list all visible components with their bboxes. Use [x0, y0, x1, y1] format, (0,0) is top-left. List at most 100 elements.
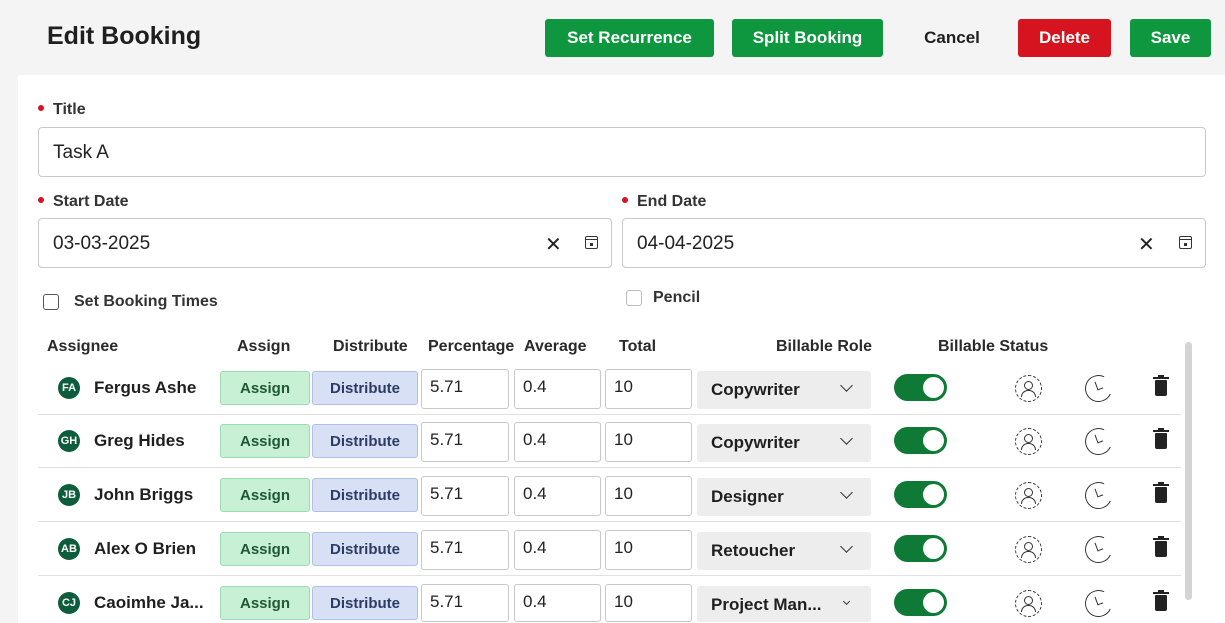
assign-button[interactable]: Assign: [220, 424, 310, 458]
percentage-input[interactable]: 5.71: [421, 369, 509, 409]
average-input[interactable]: 0.4: [514, 369, 601, 409]
assign-button[interactable]: Assign: [220, 478, 310, 512]
distribute-button[interactable]: Distribute: [312, 586, 418, 620]
end-date-value: 04-04-2025: [637, 233, 735, 254]
column-header-assignee: Assignee: [47, 338, 119, 355]
set-booking-times-checkbox[interactable]: [43, 294, 59, 310]
assignee-name: Fergus Ashe: [94, 378, 197, 397]
distribute-button[interactable]: Distribute: [312, 532, 418, 566]
assign-button[interactable]: Assign: [220, 371, 310, 405]
clock-icon[interactable]: [1081, 424, 1116, 459]
set-booking-times-label: Set Booking Times: [74, 293, 218, 310]
title-label: Title: [38, 101, 86, 119]
clear-icon[interactable]: ✕: [1138, 232, 1155, 257]
percentage-input[interactable]: 5.71: [421, 530, 509, 570]
end-date-input[interactable]: 04-04-2025 ✕: [622, 218, 1206, 268]
header-bar: Edit Booking Set Recurrence Split Bookin…: [0, 0, 1225, 75]
avatar: GH: [58, 430, 80, 452]
billable-role-value: Project Man...: [711, 595, 822, 614]
billable-role-select[interactable]: Copywriter: [697, 371, 871, 409]
delete-button[interactable]: Delete: [1018, 19, 1111, 57]
person-dashed-icon[interactable]: [1015, 482, 1042, 509]
person-dashed-icon[interactable]: [1015, 428, 1042, 455]
trash-icon[interactable]: [1153, 590, 1169, 611]
assign-button[interactable]: Assign: [220, 532, 310, 566]
table-row: CJ Caoimhe Ja... Assign Distribute 5.71 …: [38, 577, 1181, 623]
avatar: AB: [58, 538, 80, 560]
required-indicator: [38, 104, 44, 111]
set-recurrence-button[interactable]: Set Recurrence: [545, 19, 714, 57]
split-booking-button[interactable]: Split Booking: [732, 19, 883, 57]
avatar: CJ: [58, 592, 80, 614]
trash-icon[interactable]: [1153, 375, 1169, 396]
chevron-down-icon: [840, 379, 853, 392]
total-input[interactable]: 10: [605, 476, 692, 516]
average-input[interactable]: 0.4: [514, 530, 601, 570]
title-input-value: Task A: [53, 142, 109, 163]
trash-icon[interactable]: [1153, 536, 1169, 557]
pencil-checkbox[interactable]: [626, 290, 642, 306]
column-header-billable-status: Billable Status: [938, 338, 1049, 355]
avatar: JB: [58, 484, 80, 506]
billable-role-select[interactable]: Project Man...: [697, 586, 871, 622]
person-dashed-icon[interactable]: [1015, 375, 1042, 402]
column-header-average: Average: [524, 338, 587, 355]
billable-role-select[interactable]: Designer: [697, 478, 871, 516]
billable-status-toggle[interactable]: [894, 427, 947, 454]
billable-status-toggle[interactable]: [894, 589, 947, 616]
average-input[interactable]: 0.4: [514, 584, 601, 622]
person-dashed-icon[interactable]: [1015, 536, 1042, 563]
total-input[interactable]: 10: [605, 369, 692, 409]
assignee-name: Greg Hides: [94, 431, 185, 450]
clock-icon[interactable]: [1081, 478, 1116, 513]
percentage-input[interactable]: 5.71: [421, 422, 509, 462]
billable-status-toggle[interactable]: [894, 374, 947, 401]
total-input[interactable]: 10: [605, 584, 692, 622]
start-date-input[interactable]: 03-03-2025 ✕: [38, 218, 612, 268]
billable-role-select[interactable]: Copywriter: [697, 424, 871, 462]
billable-status-toggle[interactable]: [894, 535, 947, 562]
trash-icon[interactable]: [1153, 482, 1169, 503]
page-title: Edit Booking: [47, 22, 202, 50]
trash-icon[interactable]: [1153, 428, 1169, 449]
table-row: AB Alex O Brien Assign Distribute 5.71 0…: [38, 523, 1181, 576]
chevron-down-icon: [840, 540, 853, 553]
distribute-button[interactable]: Distribute: [312, 424, 418, 458]
distribute-button[interactable]: Distribute: [312, 478, 418, 512]
clock-icon[interactable]: [1081, 371, 1116, 406]
billable-role-value: Copywriter: [711, 433, 800, 452]
assign-button[interactable]: Assign: [220, 586, 310, 620]
billable-role-value: Designer: [711, 487, 784, 506]
clear-icon[interactable]: ✕: [545, 232, 562, 257]
table-row: JB John Briggs Assign Distribute 5.71 0.…: [38, 469, 1181, 522]
cancel-button[interactable]: Cancel: [910, 19, 994, 57]
table-row: FA Fergus Ashe Assign Distribute 5.71 0.…: [38, 362, 1181, 415]
avatar: FA: [58, 377, 80, 399]
table-scrollbar[interactable]: [1185, 342, 1192, 600]
calendar-icon[interactable]: [585, 236, 598, 249]
calendar-icon[interactable]: [1179, 236, 1192, 249]
start-date-label: Start Date: [38, 193, 129, 211]
column-header-percentage: Percentage: [428, 338, 515, 355]
distribute-button[interactable]: Distribute: [312, 371, 418, 405]
total-input[interactable]: 10: [605, 422, 692, 462]
percentage-input[interactable]: 5.71: [421, 476, 509, 516]
percentage-input[interactable]: 5.71: [421, 584, 509, 622]
column-header-total: Total: [619, 338, 657, 355]
title-input[interactable]: Task A: [38, 127, 1206, 177]
clock-icon[interactable]: [1081, 586, 1116, 621]
billable-status-toggle[interactable]: [894, 481, 947, 508]
average-input[interactable]: 0.4: [514, 476, 601, 516]
start-date-value: 03-03-2025: [53, 233, 151, 254]
pencil-label: Pencil: [653, 289, 701, 306]
person-dashed-icon[interactable]: [1015, 590, 1042, 617]
average-input[interactable]: 0.4: [514, 422, 601, 462]
total-input[interactable]: 10: [605, 530, 692, 570]
table-row: GH Greg Hides Assign Distribute 5.71 0.4…: [38, 415, 1181, 468]
chevron-down-icon: [842, 597, 851, 606]
required-indicator: [622, 196, 628, 203]
billable-role-select[interactable]: Retoucher: [697, 532, 871, 570]
billable-role-value: Retoucher: [711, 541, 796, 560]
save-button[interactable]: Save: [1130, 19, 1211, 57]
clock-icon[interactable]: [1081, 532, 1116, 567]
